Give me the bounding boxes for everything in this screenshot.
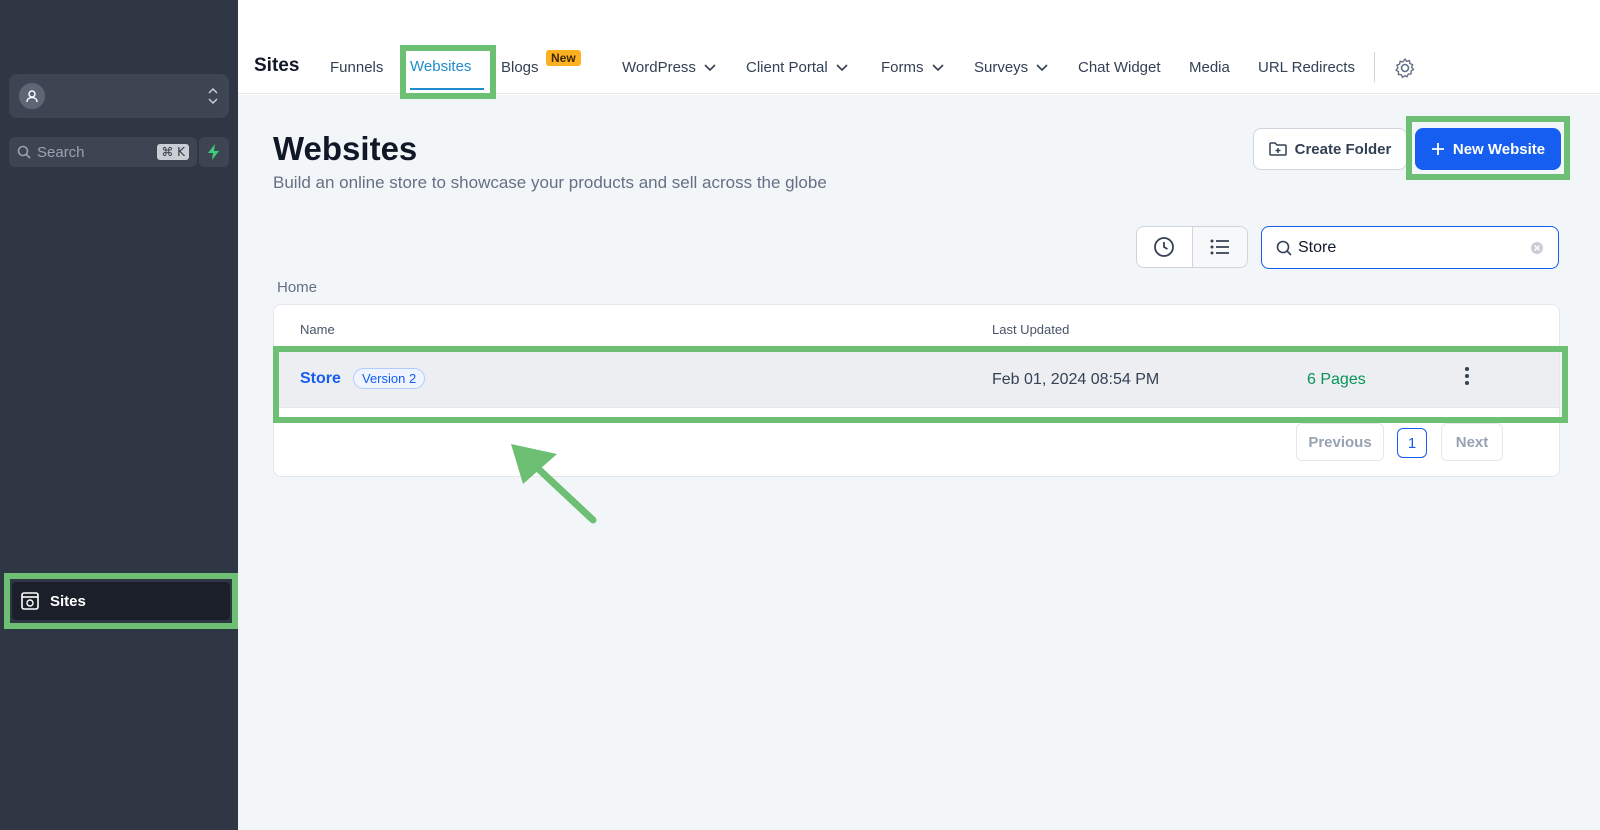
tab-forms-label: Forms bbox=[881, 59, 924, 76]
tab-blogs[interactable]: Blogs bbox=[501, 59, 539, 76]
tab-funnels[interactable]: Funnels bbox=[330, 59, 383, 76]
chevron-down-icon bbox=[931, 63, 944, 71]
nav-divider bbox=[1374, 52, 1375, 82]
account-switcher[interactable] bbox=[9, 74, 229, 118]
clear-icon[interactable] bbox=[1530, 241, 1544, 255]
page-subtitle: Build an online store to showcase your p… bbox=[273, 173, 827, 192]
sidebar-item-sites[interactable]: Sites bbox=[12, 582, 230, 620]
tab-chat-widget[interactable]: Chat Widget bbox=[1078, 59, 1161, 76]
chevron-down-icon bbox=[704, 63, 716, 71]
table-row[interactable]: Store Version 2 Feb 01, 2024 08:54 PM 6 … bbox=[274, 348, 1559, 408]
sidebar: Search ⌘ K Sites bbox=[0, 0, 238, 830]
list-view-button[interactable] bbox=[1191, 227, 1247, 267]
tab-forms[interactable]: Forms bbox=[881, 59, 944, 76]
sidebar-search[interactable]: Search ⌘ K bbox=[9, 137, 197, 167]
search-icon bbox=[17, 145, 31, 159]
search-icon bbox=[1276, 240, 1292, 256]
lightning-icon bbox=[208, 144, 219, 160]
last-updated-value: Feb 01, 2024 08:54 PM bbox=[992, 371, 1160, 388]
column-header-last-updated: Last Updated bbox=[992, 322, 1070, 337]
chevron-down-icon bbox=[836, 63, 848, 71]
tab-wordpress[interactable]: WordPress bbox=[622, 59, 716, 76]
avatar bbox=[19, 83, 45, 109]
view-toggle bbox=[1136, 226, 1248, 268]
websites-table: Name Last Updated Store Version 2 Feb 01… bbox=[273, 304, 1560, 477]
page-number-button[interactable]: 1 bbox=[1397, 428, 1427, 458]
website-name-link[interactable]: Store bbox=[300, 370, 341, 388]
create-folder-button[interactable]: Create Folder bbox=[1253, 128, 1407, 170]
recent-view-button[interactable] bbox=[1137, 227, 1192, 267]
tab-client-portal[interactable]: Client Portal bbox=[746, 59, 848, 76]
page-title: Websites bbox=[273, 130, 418, 167]
tab-media[interactable]: Media bbox=[1189, 59, 1230, 76]
website-icon bbox=[21, 592, 39, 610]
breadcrumb[interactable]: Home bbox=[277, 279, 317, 296]
quick-action-button[interactable] bbox=[199, 137, 229, 167]
tab-url-redirects[interactable]: URL Redirects bbox=[1258, 59, 1355, 76]
top-navigation: Sites Funnels Websites Blogs New WordPre… bbox=[238, 0, 1600, 94]
more-options-icon[interactable] bbox=[1464, 365, 1470, 387]
search-shortcut: ⌘ K bbox=[157, 144, 189, 160]
gear-icon[interactable] bbox=[1394, 57, 1416, 79]
sidebar-search-placeholder: Search bbox=[37, 143, 85, 161]
app-title: Sites bbox=[254, 55, 300, 76]
tab-surveys[interactable]: Surveys bbox=[974, 59, 1048, 76]
tab-websites[interactable]: Websites bbox=[410, 58, 471, 75]
new-website-label: New Website bbox=[1452, 140, 1546, 158]
column-header-name: Name bbox=[300, 322, 335, 337]
search-input[interactable] bbox=[1298, 238, 1530, 257]
previous-page-button[interactable]: Previous bbox=[1296, 423, 1384, 461]
tab-wordpress-label: WordPress bbox=[622, 59, 696, 76]
page-count[interactable]: 6 Pages bbox=[1307, 371, 1366, 389]
tab-surveys-label: Surveys bbox=[974, 59, 1029, 76]
tab-client-portal-label: Client Portal bbox=[746, 59, 828, 76]
website-search bbox=[1261, 226, 1559, 269]
list-icon bbox=[1210, 239, 1229, 255]
plus-icon bbox=[1431, 143, 1444, 155]
new-website-button[interactable]: New Website bbox=[1415, 128, 1561, 170]
folder-plus-icon bbox=[1268, 142, 1287, 156]
chevron-down-icon bbox=[1036, 63, 1048, 71]
new-badge: New bbox=[546, 50, 581, 66]
user-icon bbox=[26, 90, 38, 103]
version-badge: Version 2 bbox=[353, 368, 426, 389]
next-page-button[interactable]: Next bbox=[1441, 423, 1503, 461]
clock-icon bbox=[1154, 237, 1175, 257]
annotation-arrow-icon bbox=[511, 444, 597, 524]
chevron-up-down-icon bbox=[208, 87, 218, 105]
create-folder-label: Create Folder bbox=[1294, 140, 1392, 158]
active-tab-underline bbox=[410, 88, 484, 90]
sidebar-item-label: Sites bbox=[50, 592, 86, 610]
main-content: Websites Build an online store to showca… bbox=[238, 95, 1600, 830]
